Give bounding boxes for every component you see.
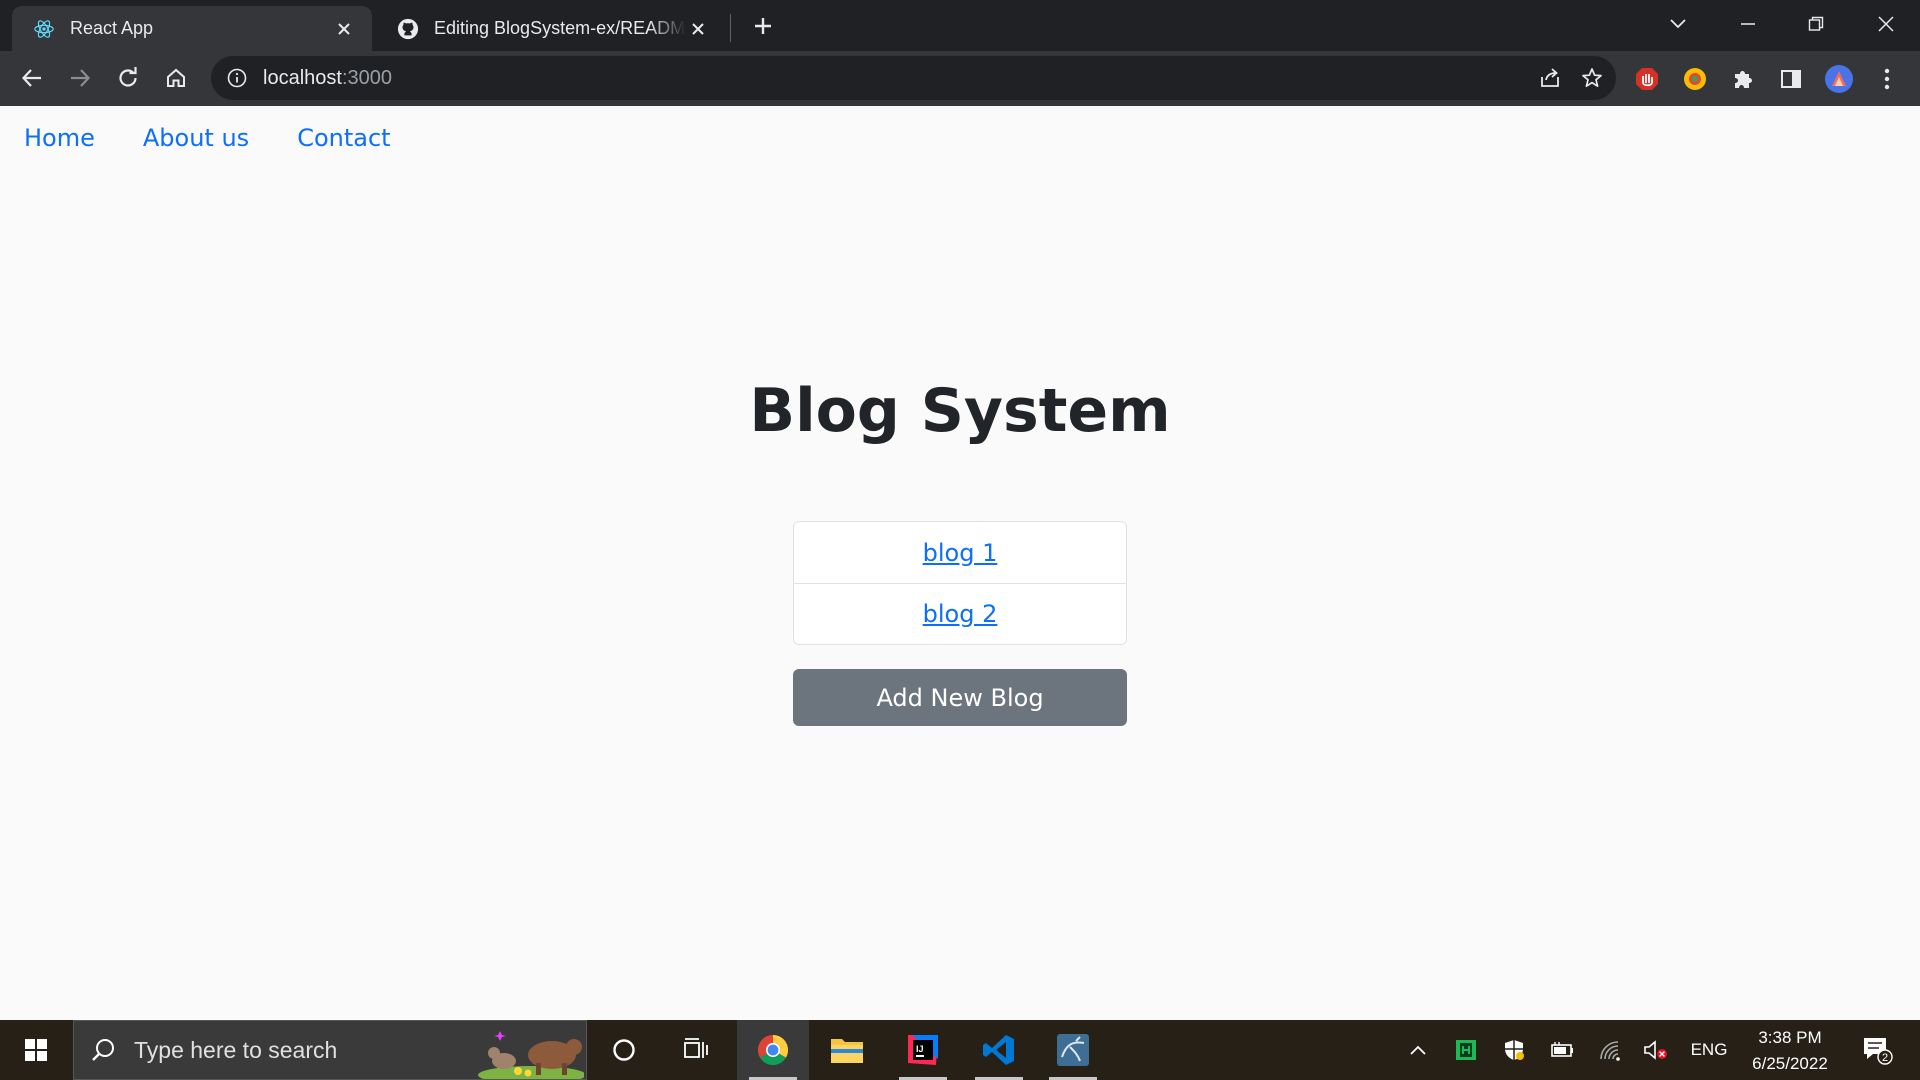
- tray-network[interactable]: [1590, 1020, 1630, 1080]
- close-tab-icon[interactable]: [686, 17, 710, 41]
- taskbar-mysql-workbench[interactable]: [1037, 1020, 1109, 1080]
- bookmark-star-icon[interactable]: [1578, 64, 1606, 92]
- reload-icon: [119, 67, 137, 87]
- list-item: blog 2: [794, 583, 1126, 644]
- tray-language[interactable]: ENG: [1684, 1020, 1734, 1080]
- taskbar-intellij[interactable]: IJ: [887, 1020, 959, 1080]
- restore-window-button[interactable]: [1792, 6, 1840, 42]
- close-icon: [1878, 16, 1894, 32]
- taskbar-file-explorer[interactable]: [811, 1020, 883, 1080]
- tab-search-button[interactable]: [1654, 6, 1702, 42]
- plus-icon: [755, 18, 771, 34]
- tray-security[interactable]: [1494, 1020, 1534, 1080]
- blog-list: blog 1 blog 2: [793, 521, 1127, 645]
- restore-icon: [1808, 16, 1824, 31]
- task-view-button[interactable]: [660, 1020, 732, 1080]
- url-host: localhost: [263, 66, 342, 89]
- minimize-window-button[interactable]: [1724, 6, 1772, 42]
- nav-link-about-us[interactable]: About us: [143, 124, 249, 152]
- search-highlight-art-icon: [478, 1031, 584, 1079]
- notification-count: 2: [1882, 1052, 1888, 1064]
- browser-toolbar: localhost:3000: [0, 51, 1920, 106]
- home-button[interactable]: [158, 60, 194, 96]
- extensions-puzzle-icon[interactable]: [1728, 64, 1758, 94]
- taskbar-search-box[interactable]: Type here to search: [73, 1020, 587, 1080]
- address-bar[interactable]: localhost:3000: [211, 56, 1616, 100]
- share-icon[interactable]: [1536, 64, 1564, 92]
- page-viewport: Home About us Contact Blog System blog 1…: [0, 106, 1920, 1020]
- github-icon: [396, 17, 420, 41]
- vscode-icon: [983, 1035, 1014, 1065]
- page-title: Blog System: [749, 376, 1171, 446]
- side-panel-icon[interactable]: [1776, 64, 1806, 94]
- intellij-icon: IJ: [908, 1035, 938, 1065]
- tab-react-app[interactable]: React App: [12, 6, 372, 51]
- tab-title: React App: [70, 18, 154, 38]
- blog-link-1[interactable]: blog 1: [923, 539, 998, 567]
- blog-link-2[interactable]: blog 2: [923, 600, 998, 628]
- windows-taskbar: Type here to search IJ ENG 3:38 PM 6/25/…: [0, 1020, 1920, 1080]
- list-item: blog 1: [794, 522, 1126, 583]
- action-center-button[interactable]: 2: [1852, 1020, 1902, 1080]
- profile-avatar-icon[interactable]: [1824, 64, 1854, 94]
- green-app-icon: [1456, 1040, 1476, 1060]
- browser-tab-strip: React App Editing BlogSystem-ex/README.m…: [0, 0, 1920, 51]
- taskbar-vscode[interactable]: [963, 1020, 1035, 1080]
- new-tab-button[interactable]: [747, 10, 779, 42]
- volume-muted-icon: [1644, 1040, 1667, 1060]
- adblock-extension-icon[interactable]: [1632, 64, 1662, 94]
- reload-button[interactable]: [110, 60, 146, 96]
- taskbar-chrome[interactable]: [737, 1020, 809, 1080]
- tray-battery[interactable]: [1542, 1020, 1582, 1080]
- add-new-blog-button[interactable]: Add New Blog: [793, 669, 1127, 726]
- windows-logo-icon: [25, 1039, 47, 1061]
- color-extension-icon[interactable]: [1680, 64, 1710, 94]
- battery-icon: [1551, 1042, 1573, 1057]
- task-view-icon: [684, 1038, 708, 1058]
- mysql-workbench-icon: [1057, 1034, 1089, 1066]
- close-window-button[interactable]: [1862, 6, 1910, 42]
- taskbar-clock[interactable]: 3:38 PM 6/25/2022: [1735, 1025, 1845, 1077]
- folder-icon: [831, 1039, 863, 1063]
- chrome-icon: [757, 1035, 789, 1066]
- home-icon: [167, 68, 185, 87]
- clock-time: 3:38 PM: [1758, 1028, 1822, 1047]
- cortana-circle-icon: [613, 1039, 635, 1061]
- wifi-icon: [1600, 1041, 1620, 1061]
- language-indicator: ENG: [1690, 1040, 1728, 1059]
- search-placeholder: Type here to search: [134, 1036, 338, 1063]
- tab-github-readme[interactable]: Editing BlogSystem-ex/README.md: [376, 6, 726, 51]
- show-hidden-icons-button[interactable]: [1400, 1020, 1436, 1080]
- search-icon: [92, 1039, 114, 1061]
- notification-icon: 2: [1864, 1038, 1893, 1065]
- arrow-right-icon: [71, 69, 91, 87]
- chevron-up-icon: [1410, 1045, 1426, 1055]
- clock-date: 6/25/2022: [1752, 1054, 1828, 1073]
- nav-link-contact[interactable]: Contact: [297, 124, 390, 152]
- back-button[interactable]: [14, 60, 50, 96]
- tab-separator: [730, 14, 731, 42]
- nav-link-home[interactable]: Home: [24, 124, 95, 152]
- tray-volume[interactable]: [1636, 1020, 1676, 1080]
- site-info-icon[interactable]: [225, 66, 249, 90]
- shield-icon: [1505, 1040, 1524, 1060]
- chrome-menu-icon[interactable]: [1872, 64, 1902, 94]
- tray-app-green[interactable]: [1446, 1020, 1486, 1080]
- tab-title: Editing BlogSystem-ex/README.md: [434, 18, 686, 38]
- minimize-icon: [1741, 23, 1755, 25]
- arrow-left-icon: [21, 69, 41, 87]
- cortana-button[interactable]: [588, 1020, 660, 1080]
- close-tab-icon[interactable]: [332, 17, 356, 41]
- forward-button[interactable]: [62, 60, 98, 96]
- chevron-down-icon: [1670, 19, 1686, 29]
- url-port: :3000: [341, 66, 392, 89]
- start-button[interactable]: [0, 1020, 72, 1080]
- top-navigation: Home About us Contact: [0, 106, 439, 170]
- react-icon: [32, 17, 56, 41]
- svg-text:IJ: IJ: [916, 1044, 924, 1054]
